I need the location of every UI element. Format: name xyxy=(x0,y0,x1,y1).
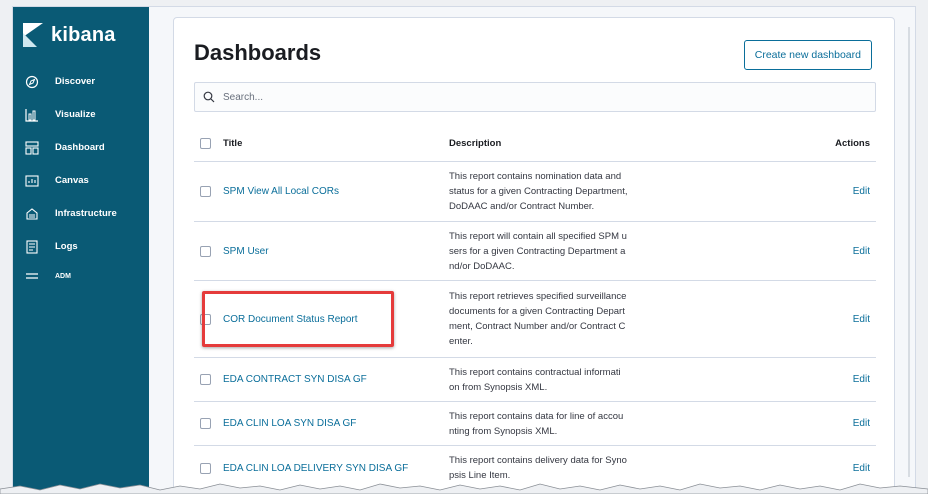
sidebar-item-dashboard[interactable]: Dashboard xyxy=(13,131,149,164)
sidebar-item-adm[interactable]: ADM xyxy=(13,263,149,289)
table-header: Title Description Actions xyxy=(194,126,876,162)
search-input[interactable] xyxy=(223,91,823,103)
select-all-checkbox[interactable] xyxy=(200,138,211,149)
highlight-annotation xyxy=(202,291,394,347)
dashboards-panel: Dashboards Create new dashboard Title De… xyxy=(173,17,895,493)
canvas-icon xyxy=(25,174,39,188)
description-line: This report retrieves specified surveill… xyxy=(449,291,627,302)
description-line: This report contains nomination data and xyxy=(449,171,622,182)
logo-text: kibana xyxy=(51,23,116,46)
actions-column-header: Actions xyxy=(835,138,870,149)
description-line: documents for a given Contracting Depart xyxy=(449,306,625,317)
kibana-logo[interactable]: kibana xyxy=(23,19,116,51)
description-line: This report contains contractual informa… xyxy=(449,366,621,378)
row-checkbox[interactable] xyxy=(200,245,211,257)
description-line: nd/or DoDAAC. xyxy=(449,260,515,272)
table-row: SPM User This report will contain all sp… xyxy=(194,222,876,281)
logs-icon xyxy=(25,239,39,254)
edit-link[interactable]: Edit xyxy=(675,418,876,429)
sidebar-item-label: ADM xyxy=(55,272,71,280)
sidebar-nav: Discover Visualize Dashboard Canvas Infr… xyxy=(13,65,149,289)
sidebar-item-infrastructure[interactable]: Infrastructure xyxy=(13,197,149,230)
sidebar-item-label: Infrastructure xyxy=(55,208,117,219)
edit-link[interactable]: Edit xyxy=(675,463,876,474)
table-row: EDA CONTRACT SYN DISA GF This report con… xyxy=(194,358,876,402)
description-line: This report contains delivery data for S… xyxy=(449,455,627,466)
torn-edge-decoration xyxy=(0,483,928,494)
description-line: This report will contain all specified S… xyxy=(449,230,627,242)
description-line: enter. xyxy=(449,336,473,347)
edit-link[interactable]: Edit xyxy=(675,374,876,385)
sidebar-item-discover[interactable]: Discover xyxy=(13,65,149,98)
table-row: SPM View All Local CORs This report cont… xyxy=(194,162,876,222)
sidebar-item-label: Discover xyxy=(55,76,96,87)
row-checkbox[interactable] xyxy=(200,462,211,474)
dashboard-description: This report contains data for line of ac… xyxy=(449,409,675,439)
page-title: Dashboards xyxy=(194,40,322,65)
dashboard-title-link[interactable]: EDA CONTRACT SYN DISA GF xyxy=(223,374,449,385)
description-line: ment, Contract Number and/or Contract C xyxy=(449,321,626,332)
kibana-window: kibana Discover Visualize Dashboard Canv… xyxy=(12,6,916,494)
description-line: status for a given Contracting Departmen… xyxy=(449,186,628,197)
row-checkbox[interactable] xyxy=(200,186,211,197)
sidebar-item-label: Dashboard xyxy=(55,142,105,153)
dashboard-icon xyxy=(25,140,39,155)
edit-link[interactable]: Edit xyxy=(675,314,876,325)
title-column-header[interactable]: Title xyxy=(223,138,449,149)
description-line: sers for a given Contracting Department … xyxy=(449,245,626,257)
row-checkbox[interactable] xyxy=(200,418,211,429)
description-line: This report contains data for line of ac… xyxy=(449,410,624,422)
dashboard-description: This report retrieves specified surveill… xyxy=(449,289,675,349)
dashboard-title-link[interactable]: EDA CLIN LOA DELIVERY SYN DISA GF xyxy=(223,463,449,474)
sidebar-item-visualize[interactable]: Visualize xyxy=(13,98,149,131)
compass-icon xyxy=(25,75,39,89)
create-dashboard-button[interactable]: Create new dashboard xyxy=(743,40,872,70)
description-column-header: Description xyxy=(449,138,502,149)
dashboard-description: This report will contain all specified S… xyxy=(449,229,675,274)
sidebar-item-canvas[interactable]: Canvas xyxy=(13,164,149,197)
sidebar-item-label: Logs xyxy=(55,241,78,252)
dashboard-description: This report contains delivery data for S… xyxy=(449,453,675,483)
edit-link[interactable]: Edit xyxy=(675,186,876,197)
dashboard-title-link[interactable]: SPM View All Local CORs xyxy=(223,186,449,197)
edit-link[interactable]: Edit xyxy=(675,246,876,257)
dashboard-description: This report contains contractual informa… xyxy=(449,365,675,395)
menu-icon xyxy=(25,269,39,283)
description-line: DoDAAC and/or Contract Number. xyxy=(449,201,595,212)
search-bar[interactable] xyxy=(194,82,876,112)
dashboard-description: This report contains nomination data and… xyxy=(449,169,675,214)
search-icon xyxy=(203,91,215,103)
row-checkbox[interactable] xyxy=(200,374,211,385)
sidebar: kibana Discover Visualize Dashboard Canv… xyxy=(13,7,149,493)
infrastructure-icon xyxy=(25,207,39,221)
dashboard-title-link[interactable]: EDA CLIN LOA SYN DISA GF xyxy=(223,418,449,429)
sidebar-item-label: Visualize xyxy=(55,109,96,120)
scrollbar[interactable] xyxy=(907,27,911,477)
sidebar-item-logs[interactable]: Logs xyxy=(13,230,149,263)
table-row: EDA CLIN LOA SYN DISA GF This report con… xyxy=(194,402,876,446)
kibana-logo-icon xyxy=(23,23,43,47)
description-line: on from Synopsis XML. xyxy=(449,381,548,393)
visualize-icon xyxy=(25,108,39,122)
dashboard-title-link[interactable]: SPM User xyxy=(223,246,449,257)
description-line: nting from Synopsis XML. xyxy=(449,425,558,437)
sidebar-item-label: Canvas xyxy=(55,175,89,186)
